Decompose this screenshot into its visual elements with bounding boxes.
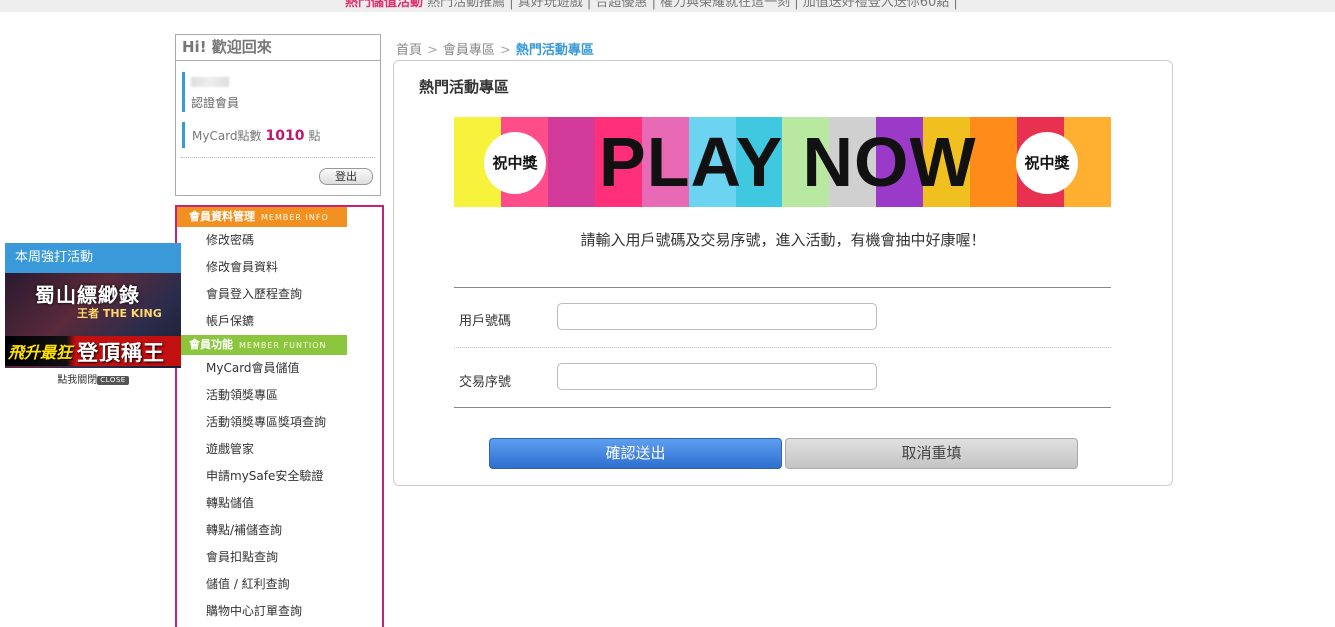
weekly-promo-ad: 本周強打活動 蜀山縹緲錄 王者 THE KING 飛升最狂 登頂稱王 點我關閉 C…: [5, 243, 181, 391]
banner-text: PLAY NOW: [599, 123, 977, 201]
transaction-id-input[interactable]: [557, 363, 877, 390]
menu-item-shop-order-query[interactable]: 購物中心訂單查詢: [177, 598, 382, 625]
banner-bubble-left: 祝中獎: [484, 132, 546, 194]
menu-item-transfer-topup[interactable]: 轉點儲值: [177, 490, 382, 517]
divider: [454, 407, 1111, 408]
ad-close-text[interactable]: 點我關閉: [57, 375, 97, 386]
blurred-username: [191, 77, 229, 87]
menu-item-event-rewards-query[interactable]: 活動領獎專區獎項查詢: [177, 409, 382, 436]
ad-game-subtitle: 王者 THE KING: [77, 307, 162, 320]
member-menu: 會員資料管理 MEMBER INFO 修改密碼 修改會員資料 會員登入歷程查詢 帳…: [175, 205, 384, 627]
menu-section-subtitle: MEMBER FUNTION: [239, 341, 327, 350]
mycard-label: MyCard點數: [192, 129, 262, 143]
top-nav-links[interactable]: 熱門儲值活動 熱門活動推薦 | 真好玩遊戲 | 合超優惠 | 權力與榮耀就在這一…: [345, 0, 958, 10]
menu-item-mysafe[interactable]: 申請mySafe安全驗證: [177, 463, 382, 490]
menu-section-member-function: 會員功能 MEMBER FUNTION: [177, 335, 347, 355]
mycard-points-value: 1010: [265, 128, 305, 144]
ad-slogan-right: 登頂稱王: [77, 341, 165, 365]
chevron-right-icon: >: [427, 43, 438, 58]
reset-button[interactable]: 取消重填: [785, 438, 1078, 469]
banner-bubble-right: 祝中獎: [1016, 132, 1078, 194]
mycard-points: MyCard點數 1010 點: [192, 127, 321, 144]
welcome-title: Hi! 歡迎回來: [176, 35, 380, 61]
breadcrumb: 首頁 > 會員專區 > 熱門活動專區: [396, 39, 594, 58]
account-accent-bar: [182, 72, 185, 112]
menu-item-change-password[interactable]: 修改密碼: [177, 227, 382, 254]
ad-header: 本周強打活動: [5, 243, 181, 273]
menu-section-title: 會員功能: [189, 338, 233, 351]
play-now-banner: 祝中獎 PLAY NOW 祝中獎: [454, 117, 1111, 207]
close-icon[interactable]: CLOSE: [97, 375, 129, 385]
menu-section-member-info: 會員資料管理 MEMBER INFO: [177, 207, 347, 227]
user-id-label: 用戶號碼: [459, 314, 512, 329]
mycard-unit: 點: [308, 129, 321, 143]
top-nav-hot-link[interactable]: 熱門儲值活動: [345, 0, 423, 10]
chevron-right-icon: >: [499, 43, 511, 58]
menu-item-account-guard[interactable]: 帳戶保鑣: [177, 308, 382, 335]
menu-item-edit-profile[interactable]: 修改會員資料: [177, 254, 382, 281]
banner-color-tile: [970, 117, 1018, 207]
ad-game-title: 蜀山縹緲錄: [35, 283, 140, 307]
user-id-input[interactable]: [557, 303, 877, 330]
mycard-accent-bar: [182, 122, 185, 148]
divider: [454, 347, 1111, 348]
logout-button[interactable]: 登出: [319, 168, 373, 185]
menu-item-transfer-query[interactable]: 轉點/補儲查詢: [177, 517, 382, 544]
menu-item-topup-bonus-query[interactable]: 儲值 / 紅利查詢: [177, 571, 382, 598]
submit-button[interactable]: 確認送出: [489, 438, 782, 469]
ad-close-link[interactable]: 點我關閉 CLOSE: [5, 371, 181, 386]
divider: [454, 287, 1111, 288]
banner-color-tile: [547, 117, 595, 207]
top-nav-strip: 熱門儲值活動 熱門活動推薦 | 真好玩遊戲 | 合超優惠 | 權力與榮耀就在這一…: [0, 0, 1335, 12]
menu-item-mycard-topup[interactable]: MyCard會員儲值: [177, 355, 382, 382]
event-panel: 熱門活動專區 祝中獎 PLAY NOW 祝中獎 請輸入用戶號碼及交易序號，進入活…: [393, 60, 1173, 486]
menu-item-game-manager[interactable]: 遊戲管家: [177, 436, 382, 463]
menu-item-login-history[interactable]: 會員登入歷程查詢: [177, 281, 382, 308]
breadcrumb-member[interactable]: 會員專區: [443, 43, 495, 58]
menu-section-title: 會員資料管理: [189, 210, 255, 223]
top-nav-rest[interactable]: 熱門活動推薦 | 真好玩遊戲 | 合超優惠 | 權力與榮耀就在這一刻 | 加值送…: [423, 0, 958, 10]
breadcrumb-home[interactable]: 首頁: [396, 43, 422, 58]
menu-item-event-rewards[interactable]: 活動領獎專區: [177, 382, 382, 409]
menu-section-subtitle: MEMBER INFO: [261, 213, 329, 222]
welcome-box: Hi! 歡迎回來 認證會員 MyCard點數 1010 點 登出: [175, 34, 381, 196]
page-title: 熱門活動專區: [419, 78, 510, 96]
event-notice: 請輸入用戶號碼及交易序號，進入活動，有機會抽中好康喔！: [580, 231, 986, 249]
transaction-id-label: 交易序號: [459, 375, 512, 390]
menu-item-deduction-query[interactable]: 會員扣點查詢: [177, 544, 382, 571]
ad-slogan-left: 飛升最狂: [8, 343, 73, 362]
ad-banner-image[interactable]: 蜀山縹緲錄 王者 THE KING 飛升最狂 登頂稱王: [5, 273, 181, 368]
member-level: 認證會員: [191, 96, 240, 110]
divider: [181, 157, 375, 158]
breadcrumb-current: 熱門活動專區: [515, 43, 594, 58]
